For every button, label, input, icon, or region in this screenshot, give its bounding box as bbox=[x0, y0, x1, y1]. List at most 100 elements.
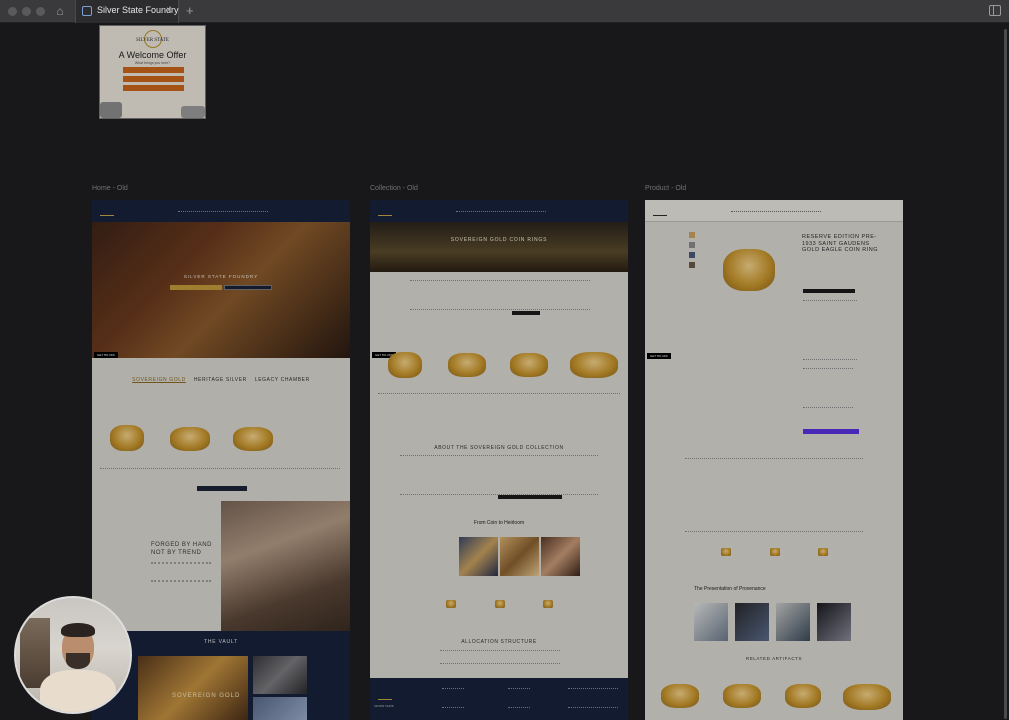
forged-heading-line: NOT BY TREND bbox=[151, 550, 202, 556]
vault-feature-image[interactable] bbox=[138, 656, 248, 720]
vault-side-image[interactable] bbox=[253, 697, 307, 720]
frame-label-product[interactable]: Product - Old bbox=[645, 185, 686, 192]
footer-text bbox=[568, 688, 618, 708]
tab-sovereign-gold[interactable]: SOVEREIGN GOLD bbox=[132, 377, 186, 383]
gallery-thumbnail[interactable] bbox=[689, 232, 695, 238]
presenter-beard bbox=[66, 653, 90, 669]
product-description bbox=[803, 300, 857, 360]
tab-heritage-silver[interactable]: HERITAGE SILVER bbox=[194, 377, 247, 383]
benefit-icon bbox=[495, 600, 505, 608]
popup-option-button[interactable] bbox=[123, 67, 184, 73]
sidebar-icon[interactable] bbox=[989, 5, 1001, 16]
hero-title: SILVER STATE FOUNDRY bbox=[183, 274, 259, 279]
related-ring-image[interactable] bbox=[843, 684, 891, 710]
frame-label-collection[interactable]: Collection - Old bbox=[370, 185, 418, 192]
minimize-window-button[interactable] bbox=[22, 7, 31, 16]
welcome-offer-popup[interactable]: SILVER STATE A Welcome Offer What brings… bbox=[99, 25, 206, 119]
hero-secondary-button[interactable] bbox=[224, 285, 272, 290]
product-ring-image[interactable] bbox=[448, 353, 486, 377]
new-tab-button[interactable]: + bbox=[186, 3, 194, 19]
process-image bbox=[541, 537, 580, 576]
vault-image-caption: SOVEREIGN GOLD bbox=[172, 693, 241, 699]
zoom-window-button[interactable] bbox=[36, 7, 45, 16]
product-ring-image[interactable] bbox=[388, 352, 422, 378]
site-header bbox=[370, 200, 628, 222]
product-ring-image[interactable] bbox=[170, 427, 210, 451]
product-captions bbox=[100, 468, 340, 469]
discount-tag[interactable]: GET 5% OFF bbox=[94, 352, 119, 358]
gallery-thumbnail[interactable] bbox=[689, 252, 695, 258]
process-image bbox=[500, 537, 539, 576]
related-ring-image[interactable] bbox=[723, 684, 761, 708]
packaging-image bbox=[694, 603, 728, 641]
provenance-heading: The Presentation of Provenance bbox=[694, 586, 766, 592]
product-captions bbox=[378, 393, 620, 394]
home-icon[interactable]: ⌂ bbox=[52, 4, 68, 19]
add-to-cart-button[interactable] bbox=[803, 289, 855, 293]
footer-links[interactable] bbox=[442, 688, 464, 708]
popup-option-button[interactable] bbox=[123, 76, 184, 82]
hero-primary-button[interactable] bbox=[170, 285, 222, 290]
allocation-text bbox=[440, 650, 560, 664]
benefit-icon bbox=[721, 548, 731, 556]
product-frame[interactable]: RESERVE EDITION PRE-1933 SAINT GAUDENS G… bbox=[645, 200, 903, 720]
packaging-image bbox=[776, 603, 810, 641]
product-ring-image[interactable] bbox=[570, 352, 618, 378]
product-options[interactable] bbox=[803, 368, 853, 408]
collection-intro-text bbox=[410, 280, 590, 310]
frame-label-home[interactable]: Home - Old bbox=[92, 185, 128, 192]
product-title: RESERVE EDITION PRE-1933 SAINT GAUDENS G… bbox=[802, 234, 879, 253]
vault-side-image[interactable] bbox=[253, 656, 307, 694]
site-logo-icon bbox=[100, 206, 114, 216]
benefit-icon bbox=[543, 600, 553, 608]
packaging-image bbox=[817, 603, 851, 641]
browser-toolbar: ⌂ Silver State Foundry × + bbox=[0, 0, 1009, 23]
discount-tag[interactable]: GET 5% OFF bbox=[647, 353, 672, 359]
site-nav bbox=[456, 211, 546, 212]
shop-collection-button[interactable] bbox=[197, 486, 247, 491]
popup-option-button[interactable] bbox=[123, 85, 184, 91]
tab-silver-state-foundry[interactable]: Silver State Foundry × bbox=[75, 0, 179, 23]
product-ring-image[interactable] bbox=[510, 353, 548, 377]
site-nav bbox=[731, 211, 821, 212]
gallery-thumbnail[interactable] bbox=[689, 262, 695, 268]
packaging-image bbox=[735, 603, 769, 641]
presenter-hair bbox=[61, 623, 95, 637]
close-icon[interactable]: × bbox=[166, 4, 172, 18]
footer-links[interactable] bbox=[508, 688, 530, 708]
collection-title: SOVEREIGN GOLD COIN RINGS bbox=[450, 237, 548, 243]
benefit-icon bbox=[818, 548, 828, 556]
related-heading: RELATED ARTIFACTS bbox=[745, 656, 803, 661]
close-window-button[interactable] bbox=[8, 7, 17, 16]
product-main-image[interactable] bbox=[723, 249, 775, 291]
site-nav bbox=[178, 211, 268, 212]
about-cta-button[interactable] bbox=[498, 495, 562, 499]
tab-legacy-chamber[interactable]: LEGACY CHAMBER bbox=[255, 377, 310, 383]
related-ring-image[interactable] bbox=[785, 684, 821, 708]
footer-logo-icon bbox=[378, 690, 392, 700]
about-heading: ABOUT THE SOVEREIGN GOLD COLLECTION bbox=[434, 445, 564, 451]
site-footer: SILVER STATE bbox=[370, 678, 628, 720]
intro-cta-button[interactable] bbox=[512, 311, 540, 315]
collection-hero: SOVEREIGN GOLD COIN RINGS bbox=[370, 222, 628, 272]
popup-ring-image bbox=[181, 106, 205, 118]
popup-ring-image bbox=[100, 102, 122, 118]
collection-tabs: SOVEREIGN GOLD HERITAGE SILVER LEGACY CH… bbox=[92, 377, 350, 383]
presenter-body bbox=[40, 670, 116, 712]
related-ring-image[interactable] bbox=[661, 684, 699, 708]
product-ring-image[interactable] bbox=[233, 427, 273, 451]
product-details-text bbox=[685, 458, 863, 532]
hero-banner: SILVER STATE FOUNDRY GET 5% OFF bbox=[92, 222, 350, 358]
site-header bbox=[92, 200, 350, 222]
canvas-scrollbar[interactable] bbox=[1004, 29, 1007, 719]
webcam-overlay[interactable] bbox=[14, 596, 132, 714]
site-logo-icon bbox=[653, 206, 667, 216]
benefit-icon bbox=[446, 600, 456, 608]
design-canvas[interactable]: SILVER STATE A Welcome Offer What brings… bbox=[0, 23, 1009, 720]
buy-now-button[interactable] bbox=[803, 429, 859, 434]
shield-icon bbox=[82, 6, 92, 16]
gallery-thumbnail[interactable] bbox=[689, 242, 695, 248]
coin-to-heirloom-heading: From Coin to Heirloom bbox=[473, 520, 525, 526]
collection-frame[interactable]: SOVEREIGN GOLD COIN RINGS GET 5% OFF ABO… bbox=[370, 200, 628, 720]
product-ring-image[interactable] bbox=[110, 425, 144, 451]
